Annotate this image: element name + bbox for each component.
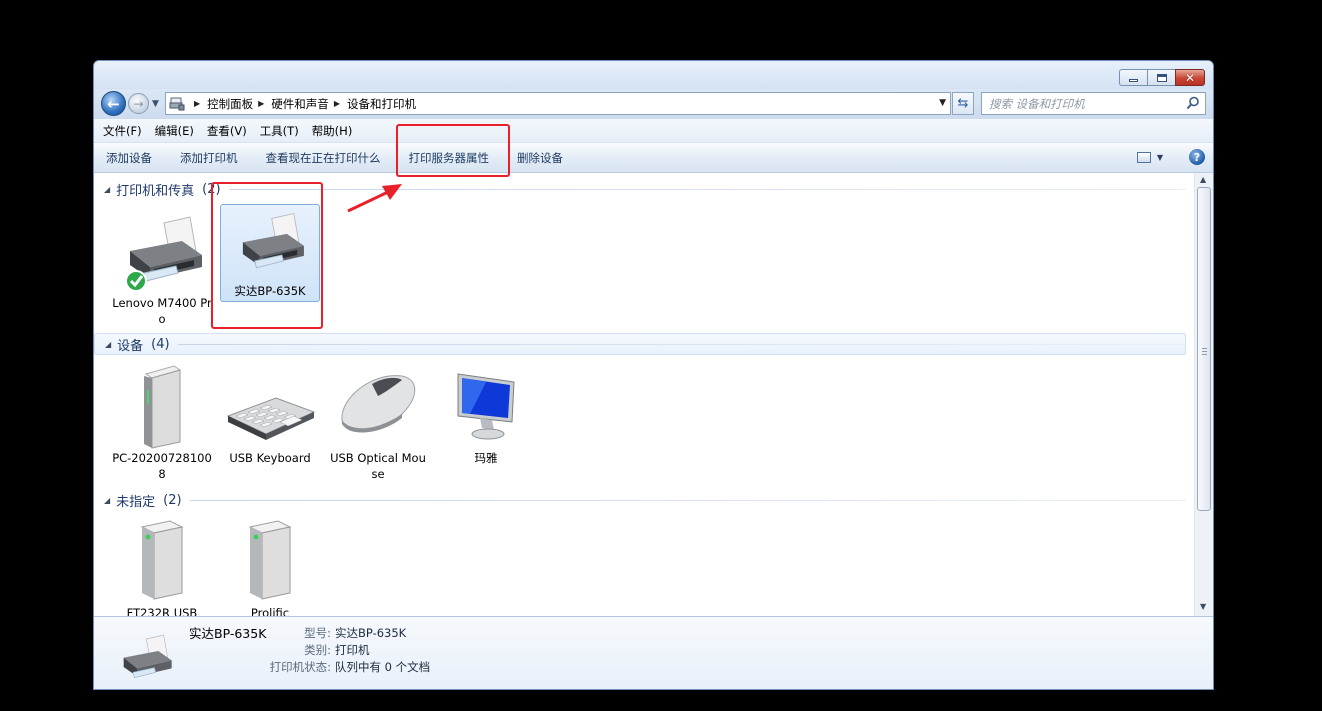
vertical-scrollbar[interactable]: ▲ ▼ <box>1194 173 1213 616</box>
search-box[interactable]: 搜索 设备和打印机 <box>981 92 1206 115</box>
forward-button[interactable]: → <box>128 93 149 114</box>
menu-help[interactable]: 帮助(H) <box>312 123 353 139</box>
help-icon[interactable]: ? <box>1189 149 1205 165</box>
collapse-triangle-icon: ◢ <box>104 495 111 505</box>
breadcrumb-hardware-sound[interactable]: 硬件和声音 ▶ <box>271 96 347 112</box>
arrow-right-icon: → <box>133 96 144 111</box>
add-printer-button[interactable]: 添加打印机 <box>180 150 238 166</box>
device-label: 玛雅 <box>474 451 498 465</box>
command-bar-right: ▼ ? <box>1136 149 1205 165</box>
search-placeholder: 搜索 设备和打印机 <box>989 96 1085 111</box>
window-controls: ✕ <box>1119 69 1205 86</box>
scroll-up-arrow-icon[interactable]: ▲ <box>1200 175 1206 184</box>
menu-tools[interactable]: 工具(T) <box>260 123 299 139</box>
menu-view[interactable]: 查看(V) <box>207 123 247 139</box>
annotation-box-selected-printer <box>211 182 323 329</box>
refresh-icon: ⇆ <box>957 96 969 111</box>
minimize-icon <box>1129 79 1138 82</box>
device-label: USB Optical Mouse <box>330 451 426 481</box>
unspecified-device-icon <box>248 520 292 600</box>
unspecified-device-icon <box>140 520 184 600</box>
device-tile-usb-keyboard[interactable]: USB Keyboard <box>220 358 320 466</box>
device-label: PC-202007281008 <box>112 451 212 481</box>
close-button[interactable]: ✕ <box>1175 69 1205 86</box>
search-icon[interactable] <box>1186 96 1200 110</box>
menu-bar: 文件(F) 编辑(E) 查看(V) 工具(T) 帮助(H) <box>94 119 1213 143</box>
address-history-dropdown[interactable]: ▼ <box>939 98 946 108</box>
collapse-triangle-icon: ◢ <box>104 184 111 194</box>
scrollbar-thumb[interactable] <box>1197 187 1211 511</box>
computer-tower-icon <box>144 365 182 449</box>
breadcrumb-root-chevron[interactable]: ▶ <box>189 99 207 108</box>
annotation-arrow-icon <box>347 184 402 213</box>
see-whats-printing-button[interactable]: 查看现在正在打印什么 <box>266 150 381 166</box>
device-tile-ft232r-usb[interactable]: FT232R USB <box>112 513 212 616</box>
change-view-icon[interactable] <box>1136 151 1151 163</box>
maximize-button[interactable] <box>1147 69 1175 86</box>
remove-device-button[interactable]: 删除设备 <box>517 150 563 166</box>
breadcrumb-devices-printers[interactable]: 设备和打印机 <box>347 96 416 112</box>
navigation-bar: ← → ▼ ▶ 控制面板 ▶ 硬件和声音 ▶ 设备和打印机 ▼ ⇆ 搜索 设备和打印… <box>94 89 1213 119</box>
breadcrumb-control-panel[interactable]: 控制面板 ▶ <box>207 96 271 112</box>
annotation-box-print-server-properties <box>396 124 510 177</box>
group-header-devices[interactable]: ◢ 设备 (4) <box>94 333 1186 355</box>
menu-edit[interactable]: 编辑(E) <box>155 123 194 139</box>
device-label: Lenovo M7400 Pro <box>112 296 212 326</box>
device-label: Prolific <box>250 606 290 616</box>
keyboard-icon <box>226 397 316 440</box>
mouse-icon <box>341 375 416 433</box>
device-tile-pc[interactable]: PC-202007281008 <box>112 358 212 482</box>
printer-icon <box>125 216 202 292</box>
printer-icon <box>123 634 172 679</box>
collapse-triangle-icon: ◢ <box>105 339 112 349</box>
device-label: FT232R USB <box>126 606 198 616</box>
devices-and-printers-window: ✕ ← → ▼ ▶ 控制面板 ▶ 硬件和声音 ▶ 设备和打印机 ▼ ⇆ 搜索 设备和… <box>93 60 1214 690</box>
device-tile-lenovo-m7400-pro[interactable]: Lenovo M7400 Pro <box>112 203 212 327</box>
monitor-icon <box>457 373 515 440</box>
device-tile-prolific[interactable]: Prolific <box>220 513 320 616</box>
device-tile-maya-monitor[interactable]: 玛雅 <box>436 358 536 466</box>
maximize-icon <box>1156 73 1167 82</box>
refresh-button[interactable]: ⇆ <box>952 92 974 115</box>
minimize-button[interactable] <box>1119 69 1147 86</box>
devices-folder-icon <box>169 97 185 110</box>
add-device-button[interactable]: 添加设备 <box>106 150 152 166</box>
back-button[interactable]: ← <box>101 91 126 116</box>
view-options-dropdown[interactable]: ▼ <box>1157 153 1163 162</box>
address-bar[interactable]: ▶ 控制面板 ▶ 硬件和声音 ▶ 设备和打印机 ▼ <box>165 92 951 115</box>
device-label: USB Keyboard <box>229 451 311 465</box>
device-tile-usb-optical-mouse[interactable]: USB Optical Mouse <box>328 358 428 482</box>
title-bar: ✕ <box>94 61 1213 89</box>
group-header-unspecified[interactable]: ◢ 未指定 (2) <box>94 489 1186 511</box>
recent-pages-dropdown[interactable]: ▼ <box>152 99 159 109</box>
scroll-down-arrow-icon[interactable]: ▼ <box>1200 602 1206 611</box>
details-pane: 实达BP-635K 型号: 实达BP-635K 类别: 打印机 打印机状态: 队… <box>94 616 1213 689</box>
arrow-left-icon: ← <box>107 94 120 113</box>
menu-file[interactable]: 文件(F) <box>103 123 142 139</box>
close-icon: ✕ <box>1184 70 1196 85</box>
command-bar: 添加设备 添加打印机 查看现在正在打印什么 打印服务器属性 删除设备 ▼ ? <box>94 143 1213 173</box>
